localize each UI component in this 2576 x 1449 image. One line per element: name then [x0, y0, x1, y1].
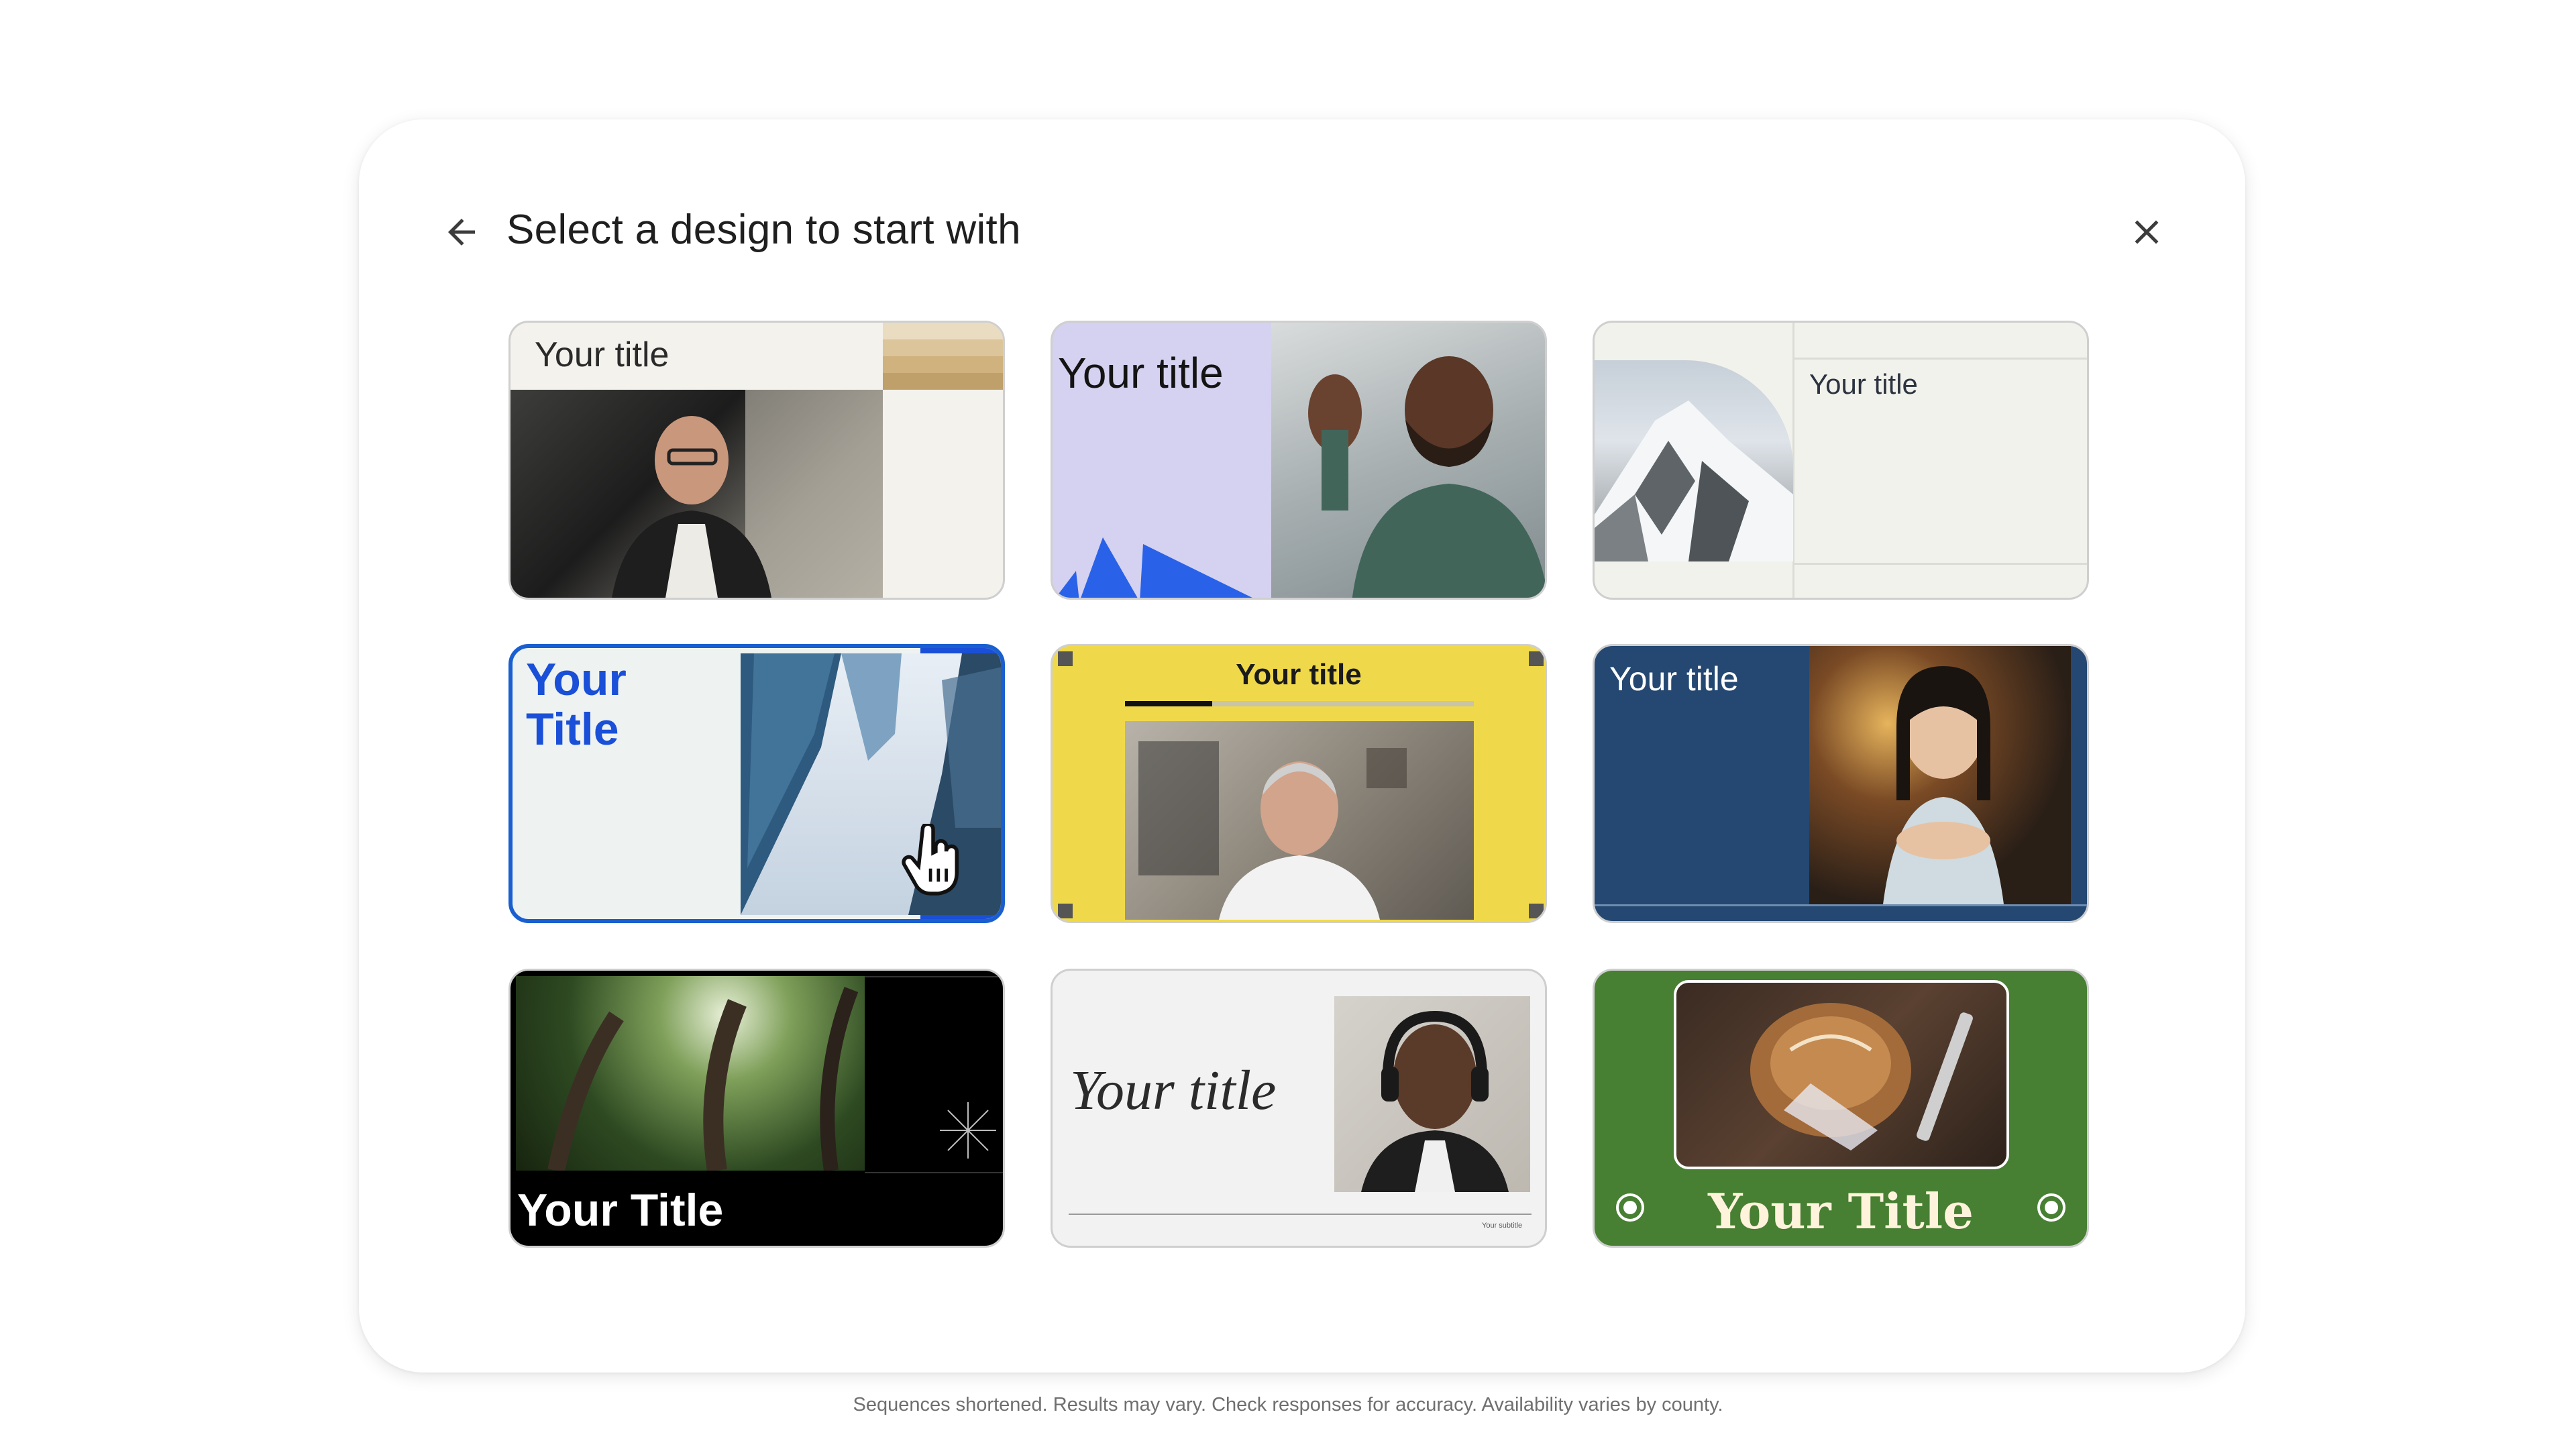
arrow-left-icon — [448, 219, 475, 246]
template-title: Your Title — [517, 1185, 724, 1236]
template-title: Your Title — [1708, 1183, 1974, 1240]
template-title: Your title — [1609, 660, 1739, 698]
template-card-4-selected[interactable]: Your Title — [508, 644, 1005, 923]
bread-photo — [1674, 980, 2009, 1169]
template-title: Your title — [1070, 1059, 1277, 1122]
disclaimer-footer: Sequences shortened. Results may vary. C… — [853, 1394, 1723, 1415]
template-card-2[interactable]: Your title — [1051, 321, 1547, 600]
beige-stripes — [883, 323, 1003, 390]
forest-photo — [516, 976, 865, 1171]
design-picker-dialog: Select a design to start with Your title… — [359, 119, 2245, 1373]
presenter-photo — [1125, 721, 1474, 920]
headphones-woman-photo — [1334, 996, 1530, 1192]
hand-pointer-icon — [902, 824, 959, 896]
template-subtitle: Your subtitle — [1482, 1222, 1523, 1230]
sparkle-star-icon — [940, 1102, 996, 1159]
template-title: Your title — [1236, 658, 1362, 691]
template-title: Your title — [1809, 368, 1918, 400]
close-button[interactable] — [2114, 200, 2179, 264]
template-card-7[interactable]: Your Title — [508, 969, 1005, 1248]
blue-shapes — [1055, 537, 1252, 598]
template-title: Your title — [535, 335, 669, 374]
template-card-5[interactable]: Your title — [1051, 644, 1547, 923]
template-title-line2: Title — [526, 704, 619, 755]
template-card-6[interactable]: Your title — [1593, 644, 2089, 923]
template-card-8[interactable]: Your title Your subtitle — [1051, 969, 1547, 1248]
woman-speaking-photo — [1809, 646, 2071, 904]
template-card-3[interactable]: Your title — [1593, 321, 2089, 600]
template-card-1[interactable]: Your title — [508, 321, 1005, 600]
template-title-line1: Your — [526, 654, 627, 705]
presenter-photo — [511, 390, 883, 598]
close-icon — [2135, 220, 2159, 244]
progress-line — [1125, 701, 1474, 706]
dialog-title: Select a design to start with — [506, 207, 1021, 253]
mountain-photo — [1595, 360, 1793, 561]
back-button[interactable] — [429, 200, 494, 264]
template-title: Your title — [1058, 349, 1224, 397]
blue-accent-corner — [920, 648, 1001, 653]
template-card-9[interactable]: Your Title — [1593, 969, 2089, 1248]
waving-man-photo — [1271, 323, 1545, 598]
